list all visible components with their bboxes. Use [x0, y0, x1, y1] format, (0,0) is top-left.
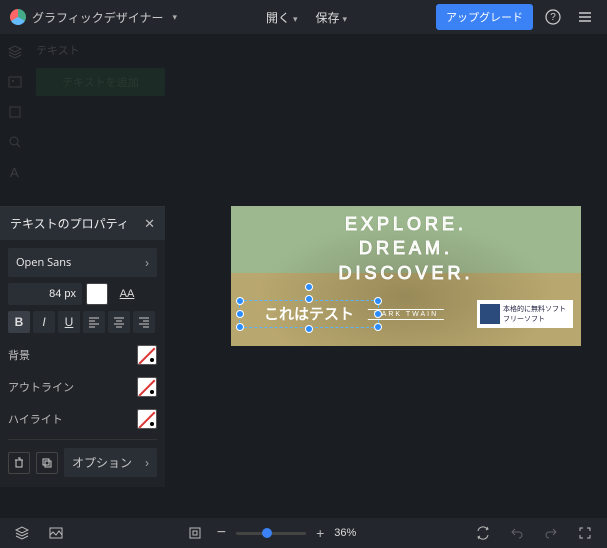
app-title[interactable]: グラフィックデザイナー	[32, 9, 164, 26]
align-left-button[interactable]	[83, 311, 105, 333]
caps-toggle[interactable]: AA	[112, 283, 142, 305]
delete-button[interactable]	[8, 452, 30, 474]
selected-text-box[interactable]: これはテスト	[239, 300, 379, 328]
zoom-out-button[interactable]: −	[217, 524, 226, 542]
resize-handle[interactable]	[236, 297, 244, 305]
panel-title: テキストのプロパティ	[10, 215, 129, 232]
close-icon[interactable]: ✕	[144, 216, 155, 232]
canvas-area[interactable]: EXPLORE. DREAM. DISCOVER. MARK TWAIN 本格的…	[165, 34, 607, 518]
bg-label: 背景	[8, 347, 30, 363]
zoom-in-button[interactable]: +	[316, 525, 324, 541]
resize-handle[interactable]	[374, 297, 382, 305]
chevron-right-icon: ›	[145, 456, 149, 470]
duplicate-button[interactable]	[36, 452, 58, 474]
open-menu[interactable]: 開く▾	[266, 9, 298, 26]
upgrade-button[interactable]: アップグレード	[436, 4, 533, 30]
design-canvas[interactable]: EXPLORE. DREAM. DISCOVER. MARK TWAIN 本格的…	[231, 206, 581, 346]
chevron-down-icon: ▾	[343, 14, 348, 24]
app-logo-icon	[10, 9, 26, 25]
fullscreen-icon[interactable]	[573, 521, 597, 545]
hero-text[interactable]: EXPLORE. DREAM. DISCOVER.	[231, 212, 581, 285]
save-menu[interactable]: 保存▾	[316, 9, 348, 26]
bottom-bar: − + 36%	[0, 518, 607, 548]
text-icon[interactable]: A	[7, 164, 23, 180]
font-selector[interactable]: Open Sans ›	[8, 248, 157, 277]
badge[interactable]: 本格的に無料ソフトフリーソフト	[477, 300, 573, 328]
align-right-button[interactable]	[133, 311, 155, 333]
text-color-swatch[interactable]	[86, 283, 108, 305]
zoom-value: 36%	[334, 527, 356, 539]
resize-handle[interactable]	[374, 310, 382, 318]
fit-icon[interactable]	[183, 521, 207, 545]
top-bar: グラフィックデザイナー ▾ 開く▾ 保存▾ アップグレード ?	[0, 0, 607, 34]
chevron-down-icon: ▾	[293, 14, 298, 24]
badge-icon	[480, 304, 500, 324]
help-icon[interactable]: ?	[541, 5, 565, 29]
bold-button[interactable]: B	[8, 311, 30, 333]
properties-panel: テキストのプロパティ ✕ Open Sans › 84 px AA B	[0, 206, 165, 487]
background-icon[interactable]	[44, 521, 68, 545]
undo-icon[interactable]	[505, 521, 529, 545]
loop-icon[interactable]	[471, 521, 495, 545]
shape-icon[interactable]	[7, 104, 23, 120]
zoom-thumb[interactable]	[262, 528, 272, 538]
layers-icon[interactable]	[10, 521, 34, 545]
svg-text:A: A	[10, 165, 19, 180]
align-center-button[interactable]	[108, 311, 130, 333]
search-icon[interactable]	[7, 134, 23, 150]
chevron-down-icon[interactable]: ▾	[173, 12, 178, 23]
svg-text:?: ?	[550, 12, 556, 23]
chevron-right-icon: ›	[145, 256, 149, 270]
italic-button[interactable]: I	[33, 311, 55, 333]
resize-handle[interactable]	[305, 295, 313, 303]
highlight-color-swatch[interactable]	[137, 409, 157, 429]
outline-color-swatch[interactable]	[137, 377, 157, 397]
outline-label: アウトライン	[8, 379, 74, 395]
section-label: テキスト	[36, 42, 165, 58]
resize-handle[interactable]	[305, 325, 313, 333]
resize-handle[interactable]	[236, 323, 244, 331]
zoom-slider[interactable]	[236, 532, 306, 535]
highlight-label: ハイライト	[8, 411, 63, 427]
add-text-button[interactable]: テキストを追加	[36, 68, 165, 96]
resize-handle[interactable]	[374, 323, 382, 331]
rotate-handle[interactable]	[305, 283, 313, 291]
redo-icon[interactable]	[539, 521, 563, 545]
font-size-input[interactable]: 84 px	[8, 283, 82, 305]
bg-color-swatch[interactable]	[137, 345, 157, 365]
resize-handle[interactable]	[236, 310, 244, 318]
options-button[interactable]: オプション ›	[64, 448, 157, 477]
underline-button[interactable]: U	[58, 311, 80, 333]
menu-icon[interactable]	[573, 5, 597, 29]
